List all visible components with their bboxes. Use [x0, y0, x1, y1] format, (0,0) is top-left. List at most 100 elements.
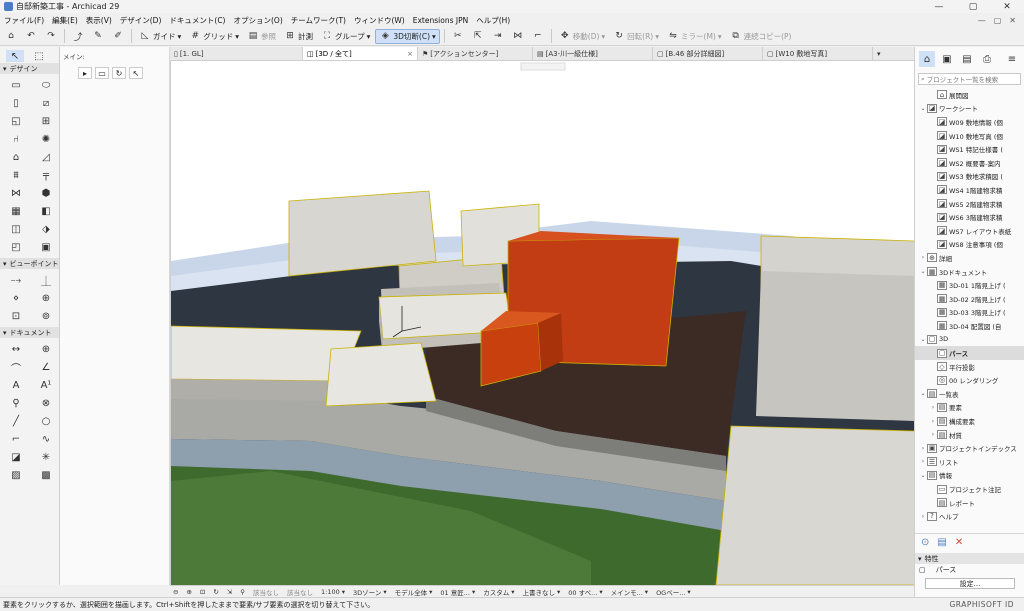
shell-tool[interactable]: ◿ — [34, 149, 58, 165]
close-tab-button[interactable]: × — [403, 50, 413, 58]
inject-button[interactable]: ✐ — [109, 29, 127, 44]
tree-item[interactable]: ◪ WS2 概要書-案内 — [915, 156, 1024, 170]
settings-button[interactable]: 設定... — [925, 578, 1015, 589]
orbit-nav-button[interactable]: ↻ — [210, 588, 221, 596]
navigator-menu-button[interactable]: ≡ — [1004, 51, 1020, 67]
tree-item[interactable]: ›? ヘルプ — [915, 509, 1024, 523]
tree-item[interactable]: ◪ WS4 1階建物求積 — [915, 183, 1024, 197]
chevron-right-icon[interactable]: › — [919, 458, 927, 465]
graphisoft-id-link[interactable]: GRAPHISOFT ID — [949, 600, 1024, 609]
spline-tool[interactable]: ∿ — [34, 431, 58, 447]
scale-dropdown[interactable]: 1:100 ▾ — [318, 588, 348, 596]
doc-restore-button[interactable]: ▢ — [994, 16, 1002, 25]
tree-item[interactable]: ◪ W09 敷地情報 (個 — [915, 115, 1024, 129]
chevron-right-icon[interactable]: › — [919, 254, 927, 261]
menu-options[interactable]: オプション(O) — [229, 15, 286, 26]
tree-item[interactable]: ◪ WS6 3階建物求積 — [915, 210, 1024, 224]
menu-document[interactable]: ドキュメント(C) — [165, 15, 229, 26]
fit-button[interactable]: ⊡ — [197, 588, 208, 596]
tree-item[interactable]: ▭ プロジェクト注記 — [915, 482, 1024, 496]
chevron-down-icon[interactable]: ⌄ — [919, 105, 927, 112]
wall-tool[interactable]: ▭ — [4, 77, 28, 93]
redo-button[interactable]: ↷ — [42, 29, 60, 44]
move-button[interactable]: ✥ 移動(D) ▾ — [556, 29, 608, 44]
tree-item[interactable]: › ▤ 材質 — [915, 428, 1024, 442]
mirror-button[interactable]: ⇋ ミラー(M) ▾ — [664, 29, 725, 44]
radial-dimension-tool[interactable]: ⌒ — [4, 359, 28, 375]
tree-item[interactable]: ▤ レポート — [915, 496, 1024, 510]
adjust-button[interactable]: ⇱ — [469, 29, 487, 44]
settings-item-button[interactable]: ▤ — [937, 537, 946, 548]
tree-item[interactable]: › ▣ プロジェクトインデックス — [915, 441, 1024, 455]
menu-window[interactable]: ウィンドウ(W) — [350, 15, 409, 26]
eyedropper-button[interactable]: ✎ — [89, 29, 107, 44]
project-map-button[interactable]: ⌂ — [919, 51, 935, 67]
delete-item-button[interactable]: ✕ — [955, 537, 963, 548]
view-map-button[interactable]: ▣ — [939, 51, 955, 67]
label-tool[interactable]: A¹ — [34, 377, 58, 393]
doc-close-button[interactable]: ✕ — [1009, 16, 1016, 25]
orbit-button[interactable]: ↻ — [112, 67, 126, 79]
tree-item[interactable]: ⌄ ▦ 3Dドキュメント — [915, 265, 1024, 279]
guide-button[interactable]: ◺ ガイド ▾ — [136, 29, 184, 44]
grid-element-tool[interactable]: ⊗ — [34, 395, 58, 411]
section-tool[interactable]: ⤍ — [4, 272, 28, 288]
tree-item[interactable]: ▦ 3D-02 2階見上げ ( — [915, 292, 1024, 306]
change-tool[interactable]: ⊚ — [34, 308, 58, 324]
tree-item[interactable]: ⌄ ▤ 一覧表 — [915, 387, 1024, 401]
split-button[interactable]: ⋈ — [509, 29, 527, 44]
beam-tool[interactable]: ⧄ — [34, 95, 58, 111]
detail-tool[interactable]: ⊡ — [4, 308, 28, 324]
dimension-style-dropdown[interactable]: カスタム ▾ — [480, 587, 517, 597]
chevron-right-icon[interactable]: › — [919, 513, 927, 520]
level-dimension-tool[interactable]: ⊕ — [34, 341, 58, 357]
close-button[interactable]: ✕ — [990, 2, 1024, 12]
chevron-right-icon[interactable]: › — [929, 431, 937, 438]
arrow-tool[interactable]: ↖ — [6, 50, 24, 62]
renovation-filter[interactable]: 該当なし — [250, 587, 282, 597]
3d-viewport[interactable] — [170, 61, 914, 585]
drawing-tool[interactable]: ▩ — [34, 467, 58, 483]
hotspot-tool[interactable]: ⚲ — [4, 395, 28, 411]
selection-area-button[interactable]: ▭ — [95, 67, 109, 79]
menu-view[interactable]: 表示(V) — [82, 15, 116, 26]
model-view-dropdown[interactable]: モデル全体 ▾ — [392, 587, 436, 597]
walk-button[interactable]: ⚲ — [237, 588, 248, 596]
properties-header[interactable]: ▾ 特性 — [915, 553, 1024, 564]
menu-help[interactable]: ヘルプ(H) — [472, 15, 514, 26]
circle-tool[interactable]: ○ — [34, 413, 58, 429]
menu-extensions[interactable]: Extensions JPN — [409, 16, 472, 25]
group-button[interactable]: ⛶ グループ ▾ — [318, 29, 373, 44]
chevron-down-icon[interactable]: ⌄ — [919, 472, 927, 479]
chevron-down-icon[interactable]: ⌄ — [919, 390, 927, 397]
zoom-out-button[interactable]: ⊖ — [170, 588, 181, 596]
opening-tool[interactable]: ⬗ — [34, 221, 58, 237]
line-tool[interactable]: ╱ — [4, 413, 28, 429]
tree-item[interactable]: ⌄ ▢ 3D — [915, 333, 1024, 347]
tree-item[interactable]: ◪ WS1 特記仕様書 ( — [915, 142, 1024, 156]
tab-floor-plan[interactable]: ▯ [1. GL] — [170, 47, 303, 60]
tab-worksheet[interactable]: ▢ [W10 敷地写真] — [763, 47, 873, 60]
layout-book-button[interactable]: ▤ — [959, 51, 975, 67]
angle-dimension-tool[interactable]: ∠ — [34, 359, 58, 375]
pen-set-dropdown[interactable]: 00 すべ... ▾ — [565, 587, 605, 597]
tree-item[interactable]: › ▤ 要素 — [915, 401, 1024, 415]
column-tool[interactable]: ▯ — [4, 95, 28, 111]
design-section-header[interactable]: ▾ デザイン — [0, 63, 59, 74]
interior-elevation-tool[interactable]: ⋄ — [4, 290, 28, 306]
base-dropdown[interactable]: OGベー... ▾ — [653, 587, 694, 597]
worksheet-tool[interactable]: ⊕ — [34, 290, 58, 306]
override-dropdown[interactable]: 上書きなし ▾ — [519, 587, 563, 597]
tree-item[interactable]: ⌄ ◪ ワークシート — [915, 102, 1024, 116]
navigator-search-input[interactable]: ⌕ プロジェクト一覧を検索 — [918, 73, 1021, 85]
navigation-button[interactable]: ⇲ — [224, 588, 235, 596]
minimize-button[interactable]: — — [922, 2, 956, 12]
maximize-button[interactable]: ▢ — [956, 2, 990, 12]
tree-item[interactable]: ▦ 3D-03 3階見上げ ( — [915, 306, 1024, 320]
door-tool[interactable]: ◱ — [4, 113, 28, 129]
doc-minimize-button[interactable]: — — [978, 16, 986, 25]
offset-button[interactable]: ⇥ — [489, 29, 507, 44]
chevron-right-icon[interactable]: › — [929, 404, 937, 411]
menu-teamwork[interactable]: チームワーク(T) — [287, 15, 350, 26]
new-item-button[interactable]: ⊙ — [921, 537, 929, 548]
